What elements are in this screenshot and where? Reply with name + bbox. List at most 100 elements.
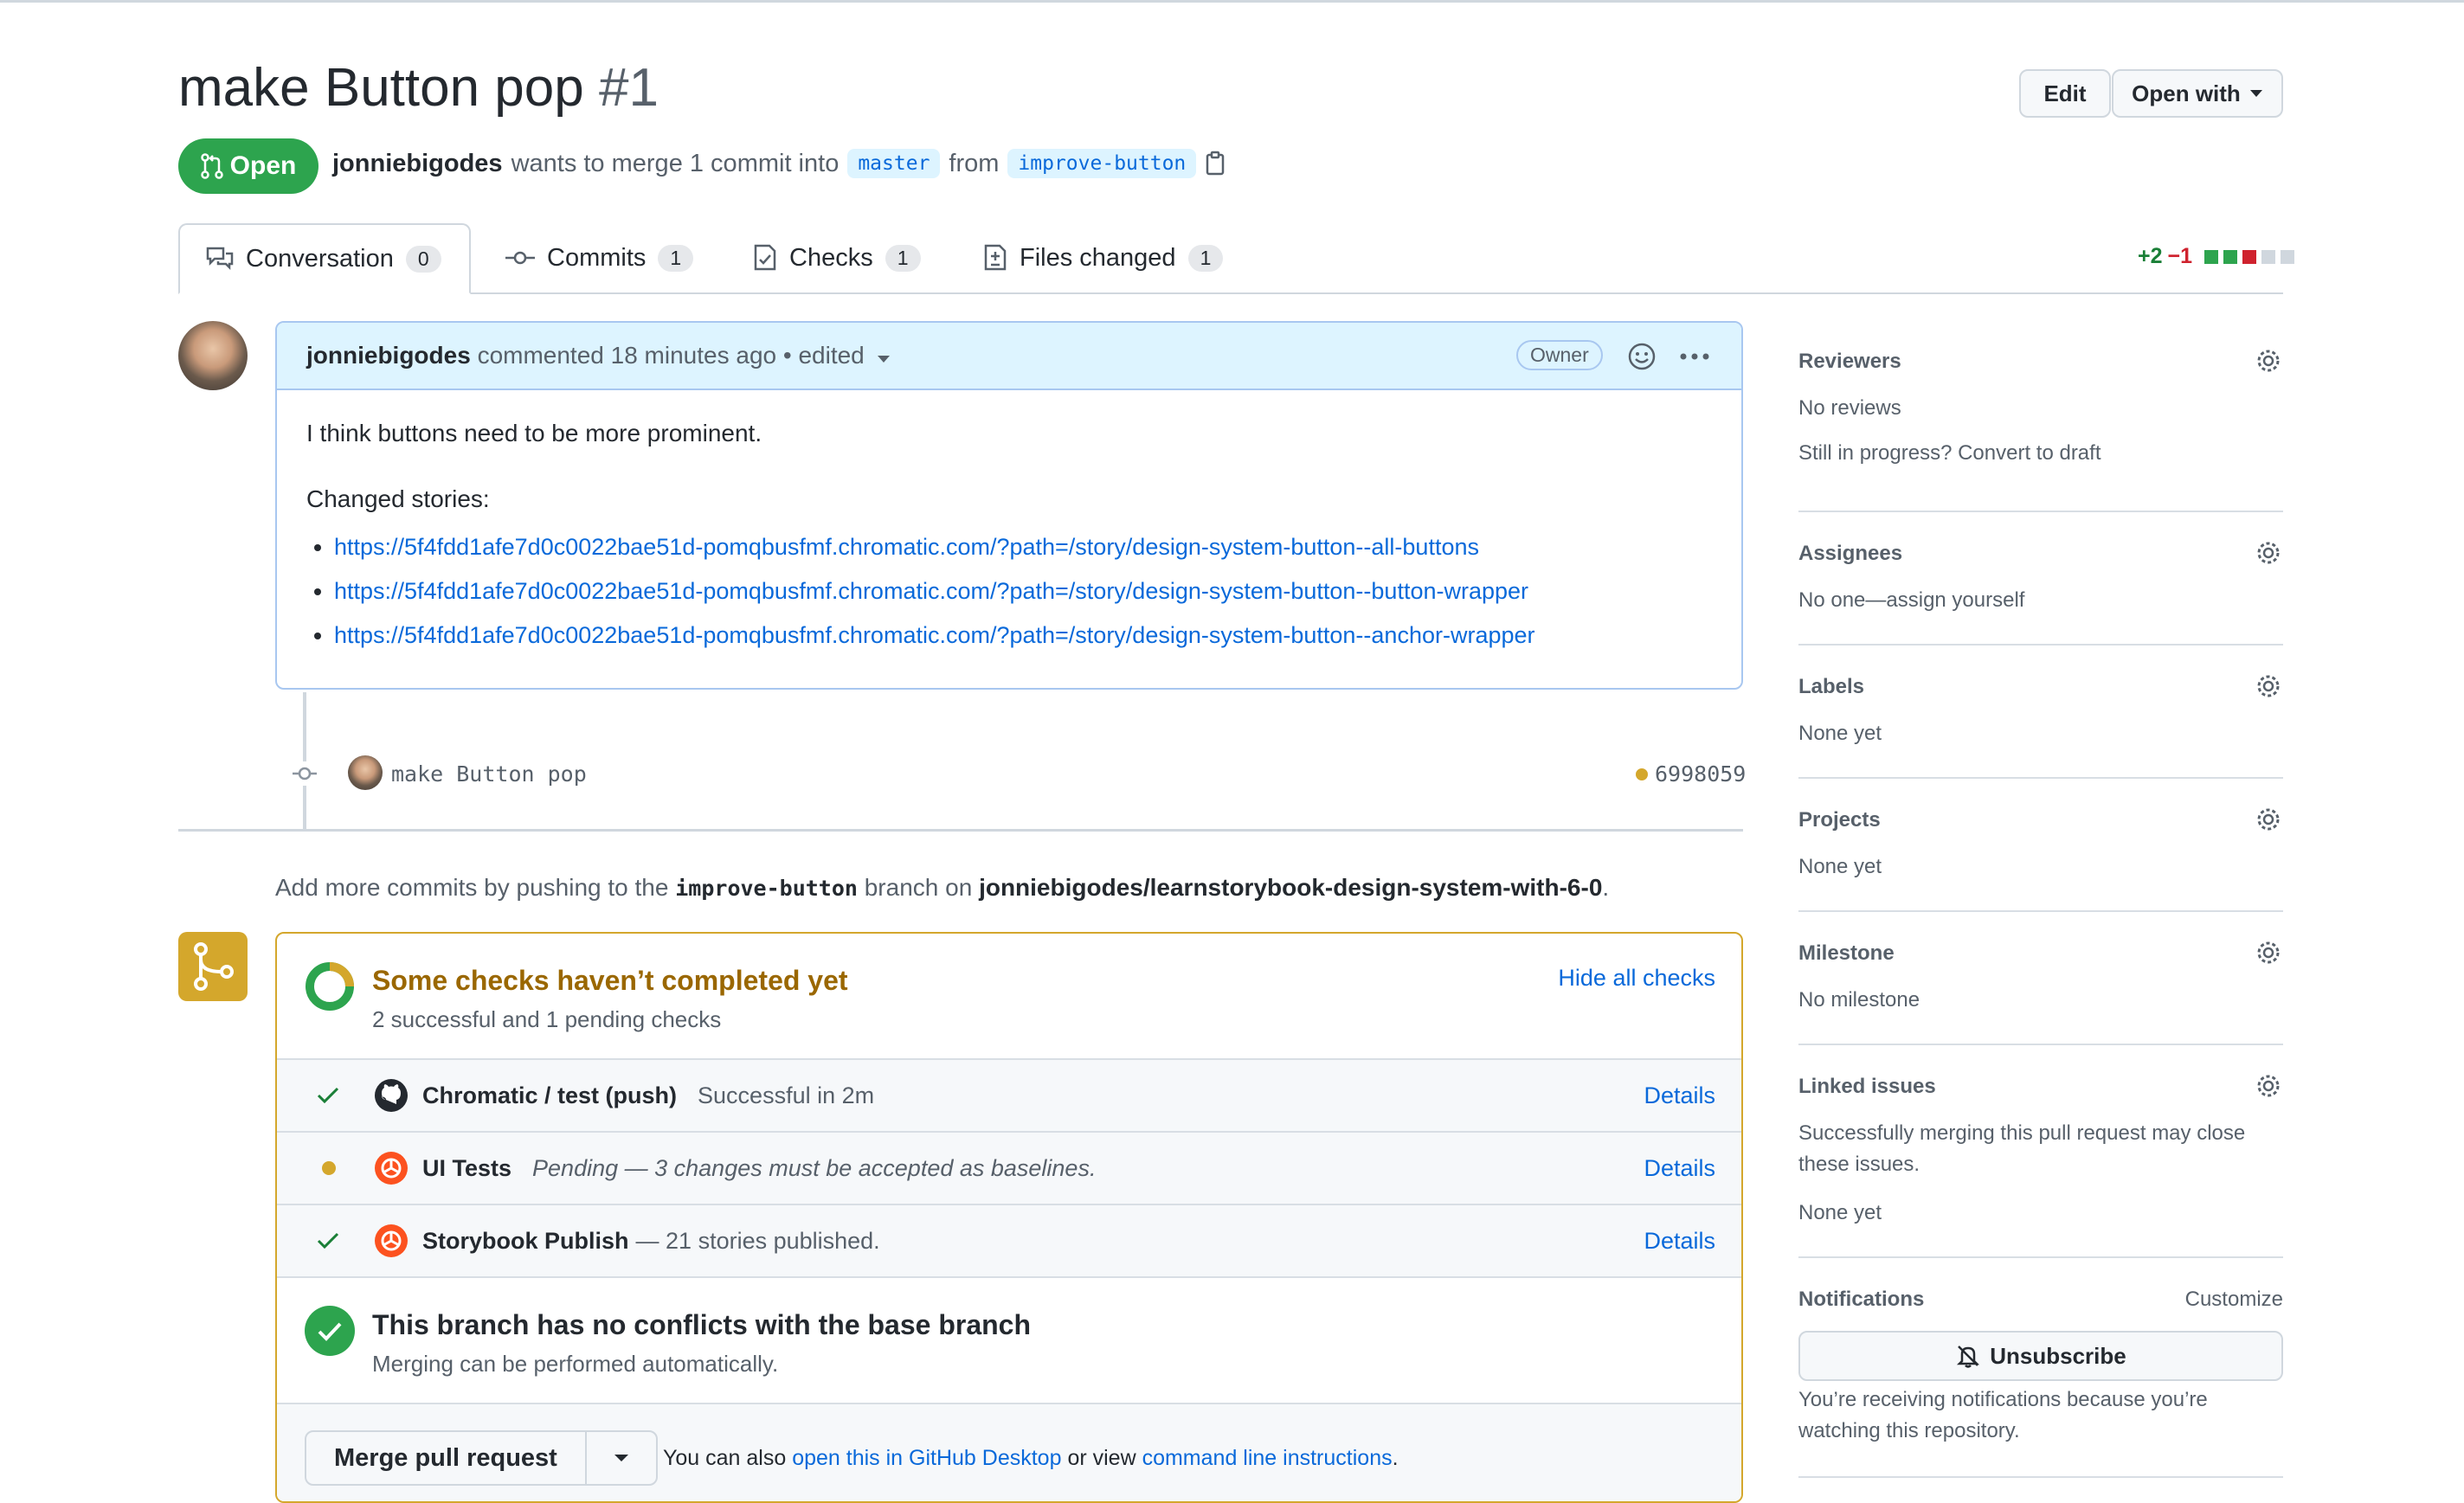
merge-options-dropdown[interactable] (587, 1432, 656, 1484)
details-link[interactable]: Details (1644, 1228, 1715, 1255)
head-branch[interactable]: improve-button (1007, 149, 1197, 178)
check-name: UI Tests (422, 1154, 512, 1181)
diffstat-block (2281, 249, 2295, 264)
avatar[interactable] (178, 321, 248, 390)
open-with-button[interactable]: Open with (2112, 69, 2283, 118)
sidebar-title[interactable]: Reviewers (1798, 350, 1901, 374)
pending-dot (322, 1161, 336, 1175)
sidebar-title[interactable]: Milestone (1798, 941, 1895, 966)
cli-instructions-link[interactable]: command line instructions (1142, 1446, 1393, 1470)
merge-button-group: Merge pull request (305, 1430, 658, 1486)
commit-author-avatar[interactable] (348, 755, 383, 790)
sidebar-projects: Projects None yet (1798, 808, 2283, 912)
commit-icon (505, 251, 535, 265)
gear-icon[interactable] (2254, 346, 2283, 376)
merge-hint-text: . (1392, 1446, 1399, 1470)
success-check-icon (305, 1306, 355, 1356)
check-row: Chromatic / test (push) Successful in 2m… (277, 1058, 1741, 1131)
sidebar-assignees: Assignees No one—assign yourself (1798, 542, 2283, 646)
tab-label: Checks (789, 243, 873, 272)
unsubscribe-button[interactable]: Unsubscribe (1798, 1331, 2283, 1381)
github-desktop-link[interactable]: open this in GitHub Desktop (792, 1446, 1061, 1470)
top-border (0, 0, 2464, 3)
pr-author-link[interactable]: jonniebigodes (332, 150, 503, 178)
from-text: from (949, 149, 1000, 177)
assign-yourself-link[interactable]: No one—assign yourself (1798, 585, 2024, 616)
gear-icon[interactable] (2254, 805, 2283, 834)
checklist-icon (754, 244, 776, 271)
branch-icon (194, 942, 234, 991)
list-item: https://5f4fdd1afe7d0c0022bae51d-pomqbus… (334, 578, 1535, 605)
details-link[interactable]: Details (1644, 1082, 1715, 1109)
story-link[interactable]: https://5f4fdd1afe7d0c0022bae51d-pomqbus… (334, 534, 1479, 560)
github-icon (375, 1079, 408, 1112)
list-item: https://5f4fdd1afe7d0c0022bae51d-pomqbus… (334, 534, 1535, 561)
sidebar-title[interactable]: Projects (1798, 808, 1881, 832)
tab-counter: 0 (405, 245, 441, 273)
check-row: Storybook Publish — 21 stories published… (277, 1204, 1741, 1276)
gear-icon[interactable] (2254, 1071, 2283, 1101)
sidebar-reviewers: Reviewers No reviews Still in progress? … (1798, 350, 2283, 512)
sidebar-value: No milestone (1798, 988, 1920, 1012)
hide-checks-link[interactable]: Hide all checks (1558, 965, 1715, 992)
tab-files-changed[interactable]: Files changed 1 (983, 223, 1224, 292)
sidebar-title[interactable]: Linked issues (1798, 1075, 1936, 1099)
merge-hint-text: You can also (663, 1446, 787, 1470)
check-icon (317, 1087, 339, 1104)
copy-icon[interactable] (1205, 151, 1226, 177)
tab-counter: 1 (885, 244, 921, 272)
diffstat[interactable]: +2 −1 (2138, 244, 2295, 269)
pr-meta: jonniebigodes wants to merge 1 commit in… (332, 149, 1226, 178)
commit-sha[interactable]: 6998059 (1636, 761, 1746, 787)
gear-icon[interactable] (2254, 938, 2283, 967)
customize-link[interactable]: Customize (2185, 1288, 2283, 1312)
merge-pull-request-button[interactable]: Merge pull request (306, 1432, 587, 1484)
comment-body: I think buttons need to be more prominen… (306, 420, 1535, 666)
kebab-menu-icon[interactable] (1679, 352, 1710, 361)
no-conflicts-row: This branch has no conflicts with the ba… (277, 1276, 1741, 1403)
edit-button[interactable]: Edit (2019, 69, 2111, 118)
comment-header: jonniebigodes commented 18 minutes ago •… (277, 323, 1741, 390)
divider (178, 829, 1743, 832)
caret-down-icon[interactable] (877, 355, 891, 363)
story-link[interactable]: https://5f4fdd1afe7d0c0022bae51d-pomqbus… (334, 622, 1535, 648)
story-link[interactable]: https://5f4fdd1afe7d0c0022bae51d-pomqbus… (334, 578, 1528, 604)
diffstat-block (2261, 249, 2276, 264)
hint-text: Add more commits by pushing to the (275, 874, 669, 901)
convert-to-draft-link[interactable]: Still in progress? Convert to draft (1798, 438, 2101, 469)
open-with-label: Open with (2132, 80, 2241, 106)
pr-state-label: Open (229, 151, 297, 180)
push-hint: Add more commits by pushing to the impro… (275, 874, 1609, 902)
merge-action-row: Merge pull request You can also open thi… (277, 1403, 1741, 1501)
tab-conversation[interactable]: Conversation 0 (178, 223, 471, 294)
commit-message[interactable]: make Button pop (391, 761, 587, 787)
comment-text: Changed stories: (306, 485, 490, 512)
tab-counter: 1 (1187, 244, 1224, 272)
comment-time[interactable]: commented 18 minutes ago • edited (478, 342, 865, 369)
commit-icon (293, 761, 317, 786)
sidebar-title[interactable]: Assignees (1798, 542, 1902, 566)
base-branch[interactable]: master (847, 149, 941, 178)
notification-reason: You’re receiving notifications because y… (1798, 1388, 2208, 1411)
details-link[interactable]: Details (1644, 1155, 1715, 1182)
check-name: Storybook Publish (422, 1227, 629, 1254)
page-title: make Button pop #1 (178, 57, 659, 119)
sidebar-value: Successfully merging this pull request m… (1798, 1121, 2246, 1145)
tab-checks[interactable]: Checks 1 (753, 223, 921, 292)
sidebar-title[interactable]: Labels (1798, 675, 1864, 699)
smiley-icon[interactable] (1627, 342, 1657, 371)
story-link-list: https://5f4fdd1afe7d0c0022bae51d-pomqbus… (306, 534, 1535, 649)
gear-icon[interactable] (2254, 538, 2283, 568)
comment-text: I think buttons need to be more prominen… (306, 420, 762, 446)
pending-ring-icon (306, 962, 354, 1011)
check-desc: — 21 stories published. (635, 1227, 880, 1254)
diffstat-block (2242, 249, 2257, 264)
comment-meta: jonniebigodes commented 18 minutes ago •… (306, 342, 891, 369)
tab-commits[interactable]: Commits 1 (505, 223, 694, 292)
merge-text: wants to merge 1 commit into (511, 149, 840, 177)
check-desc: Pending — 3 changes must be accepted as … (532, 1154, 1097, 1181)
repo-link[interactable]: jonniebigodes/learnstorybook-design-syst… (979, 874, 1602, 901)
merge-box: Some checks haven’t completed yet 2 succ… (275, 932, 1743, 1503)
comment-author[interactable]: jonniebigodes (306, 342, 471, 369)
gear-icon[interactable] (2254, 671, 2283, 701)
